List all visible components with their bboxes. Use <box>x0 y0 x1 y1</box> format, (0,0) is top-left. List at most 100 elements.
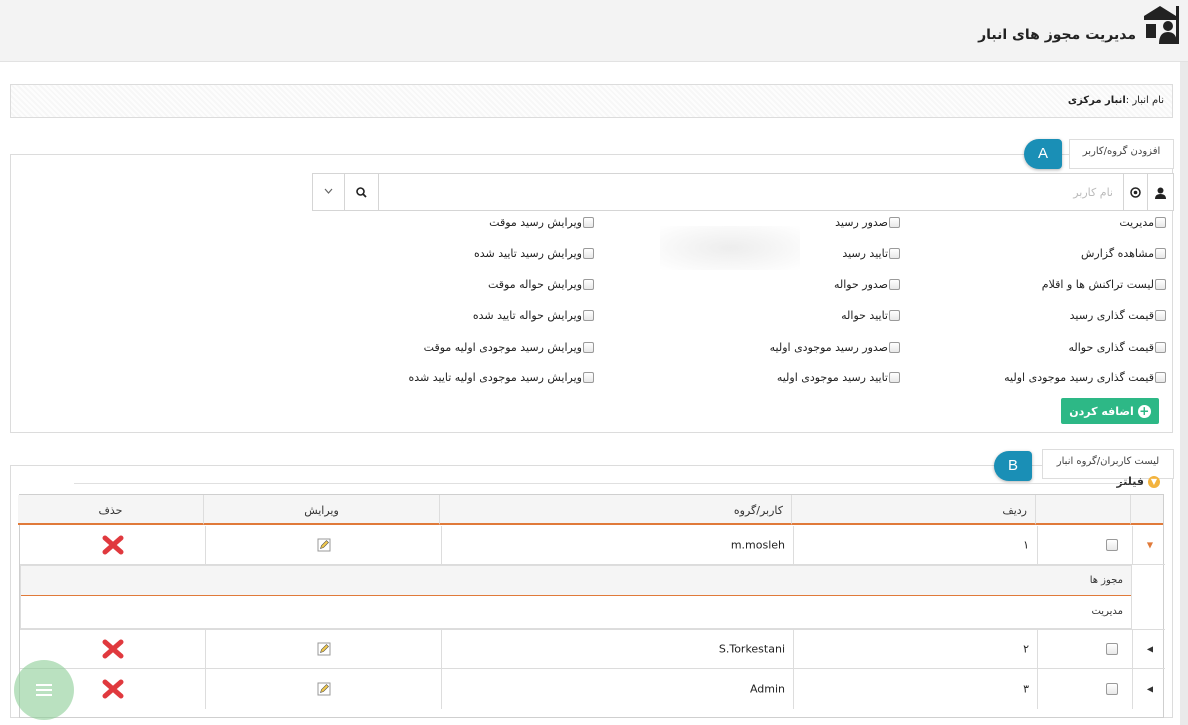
perm-checkbox[interactable]: ویرایش حواله موقت <box>488 278 594 291</box>
user-search-bar <box>312 173 1174 211</box>
table-header-delete: حذف <box>18 495 203 525</box>
perm-label: صدور رسید <box>835 216 888 229</box>
perm-checkbox[interactable]: تایید حواله <box>841 309 900 322</box>
perm-checkbox[interactable]: مدیریت <box>1119 216 1166 229</box>
row-index: ۱ <box>1023 538 1029 552</box>
user-icon[interactable] <box>1147 174 1173 210</box>
expand-cell[interactable]: ▼ <box>1132 526 1165 564</box>
user-cell: Admin <box>441 669 793 709</box>
checkbox[interactable] <box>889 279 900 290</box>
perm-checkbox[interactable]: قیمت گذاری رسید موجودی اولیه <box>1004 371 1166 384</box>
perm-checkbox[interactable]: قیمت گذاری رسید <box>1070 309 1166 322</box>
edit-cell <box>205 630 441 668</box>
checkbox[interactable] <box>583 279 594 290</box>
perm-label: ویرایش رسید موجودی اولیه تایید شده <box>408 371 582 384</box>
expand-arrow-icon[interactable]: ◀ <box>1147 645 1153 654</box>
expand-arrow-icon[interactable]: ◀ <box>1147 685 1153 694</box>
page-title: مدیریت مجوز های انبار <box>978 27 1136 43</box>
table-row[interactable]: ◀ ۳ Admin <box>20 669 1165 709</box>
perm-label: قیمت گذاری رسید موجودی اولیه <box>1004 371 1154 384</box>
expand-cell[interactable]: ◀ <box>1132 669 1165 709</box>
table-row[interactable]: ◀ ۲ S.Torkestani <box>20 629 1165 669</box>
checkbox[interactable] <box>1155 372 1166 383</box>
checkbox[interactable] <box>583 248 594 259</box>
perm-label: لیست تراکنش ها و اقلام <box>1041 278 1154 291</box>
perm-checkbox[interactable]: لیست تراکنش ها و اقلام <box>1042 278 1166 291</box>
checkbox[interactable] <box>1155 279 1166 290</box>
checkbox[interactable] <box>583 342 594 353</box>
checkbox[interactable] <box>889 217 900 228</box>
add-button[interactable]: + اضافه کردن <box>1061 398 1159 424</box>
delete-icon[interactable] <box>102 679 124 699</box>
hamburger-icon <box>36 684 52 696</box>
perm-label: مدیریت <box>1119 216 1154 229</box>
perm-checkbox[interactable]: صدور رسید موجودی اولیه <box>770 341 900 354</box>
search-icon[interactable] <box>345 174 379 210</box>
warehouse-info: نام انبار :انبار مرکزی <box>1068 95 1164 106</box>
perm-checkbox[interactable]: تایید رسید <box>842 247 900 260</box>
edit-icon[interactable] <box>317 642 330 656</box>
expand-arrow-icon[interactable]: ▼ <box>1147 541 1153 550</box>
table-header-user[interactable]: کاربر/گروه <box>439 495 791 525</box>
edit-icon[interactable] <box>317 682 330 696</box>
perm-label: تایید رسید <box>842 247 888 260</box>
perm-checkbox[interactable]: ویرایش رسید موقت <box>489 216 594 229</box>
perm-checkbox[interactable]: ویرایش رسید موجودی اولیه موقت <box>424 341 594 354</box>
index-cell: ۱ <box>793 526 1037 564</box>
row-index: ۳ <box>1023 682 1029 696</box>
perm-checkbox[interactable]: تایید رسید موجودی اولیه <box>777 371 900 384</box>
perm-label: صدور رسید موجودی اولیه <box>769 341 888 354</box>
perm-checkbox[interactable]: ویرایش حواله تایید شده <box>473 309 594 322</box>
checkbox[interactable] <box>889 310 900 321</box>
edit-icon[interactable] <box>317 538 330 552</box>
scrollbar-track[interactable] <box>1180 62 1188 725</box>
perm-checkbox[interactable]: مشاهده گزارش <box>1081 247 1166 260</box>
warehouse-name: انبار مرکزی <box>1067 95 1126 106</box>
row-checkbox[interactable] <box>1106 683 1118 695</box>
header-label: ردیف <box>1002 504 1027 517</box>
perm-checkbox[interactable]: ویرایش رسید موجودی اولیه تایید شده <box>408 371 594 384</box>
perm-checkbox[interactable]: ویرایش رسید تایید شده <box>474 247 594 260</box>
divider <box>74 483 1124 484</box>
table-header-select <box>1035 495 1130 525</box>
checkbox[interactable] <box>1155 310 1166 321</box>
checkbox[interactable] <box>583 310 594 321</box>
subtable-header: مجوز ها <box>21 566 1131 596</box>
filter-toggle[interactable]: ▼ فیلتر <box>1116 475 1160 488</box>
user-name: m.mosleh <box>730 538 785 552</box>
checkbox[interactable] <box>583 372 594 383</box>
checkbox[interactable] <box>583 217 594 228</box>
perm-checkbox[interactable]: قیمت گذاری حواله <box>1068 341 1166 354</box>
delete-cell <box>20 526 205 564</box>
delete-icon[interactable] <box>102 639 124 659</box>
perm-checkbox[interactable]: صدور رسید <box>835 216 900 229</box>
select-cell <box>1037 526 1132 564</box>
table-header-row[interactable]: ردیف <box>791 495 1035 525</box>
chevron-down-icon[interactable] <box>312 174 345 210</box>
warehouse-user-icon <box>1144 6 1179 44</box>
target-icon[interactable] <box>1123 174 1147 210</box>
menu-fab-button[interactable] <box>14 660 74 720</box>
checkbox[interactable] <box>889 342 900 353</box>
row-checkbox[interactable] <box>1106 539 1118 551</box>
checkbox[interactable] <box>889 248 900 259</box>
expand-cell[interactable]: ◀ <box>1132 630 1165 668</box>
callout-badge-a: A <box>1024 139 1062 169</box>
checkbox[interactable] <box>889 372 900 383</box>
checkbox[interactable] <box>1155 248 1166 259</box>
row-checkbox[interactable] <box>1106 643 1118 655</box>
perm-label: ویرایش رسید موقت <box>489 216 582 229</box>
blurred-region <box>660 226 800 270</box>
checkbox[interactable] <box>1155 342 1166 353</box>
select-cell <box>1037 630 1132 668</box>
table-row[interactable]: ▼ ۱ m.mosleh <box>20 526 1165 565</box>
perm-label: قیمت گذاری حواله <box>1068 341 1154 354</box>
perm-checkbox[interactable]: صدور حواله <box>834 278 900 291</box>
perm-label: ویرایش رسید تایید شده <box>473 247 582 260</box>
perm-label: قیمت گذاری رسید <box>1069 309 1154 322</box>
user-cell: S.Torkestani <box>441 630 793 668</box>
checkbox[interactable] <box>1155 217 1166 228</box>
page-header: مدیریت مجوز های انبار <box>0 0 1188 62</box>
user-name-input[interactable] <box>379 174 1123 210</box>
delete-icon[interactable] <box>102 535 124 555</box>
